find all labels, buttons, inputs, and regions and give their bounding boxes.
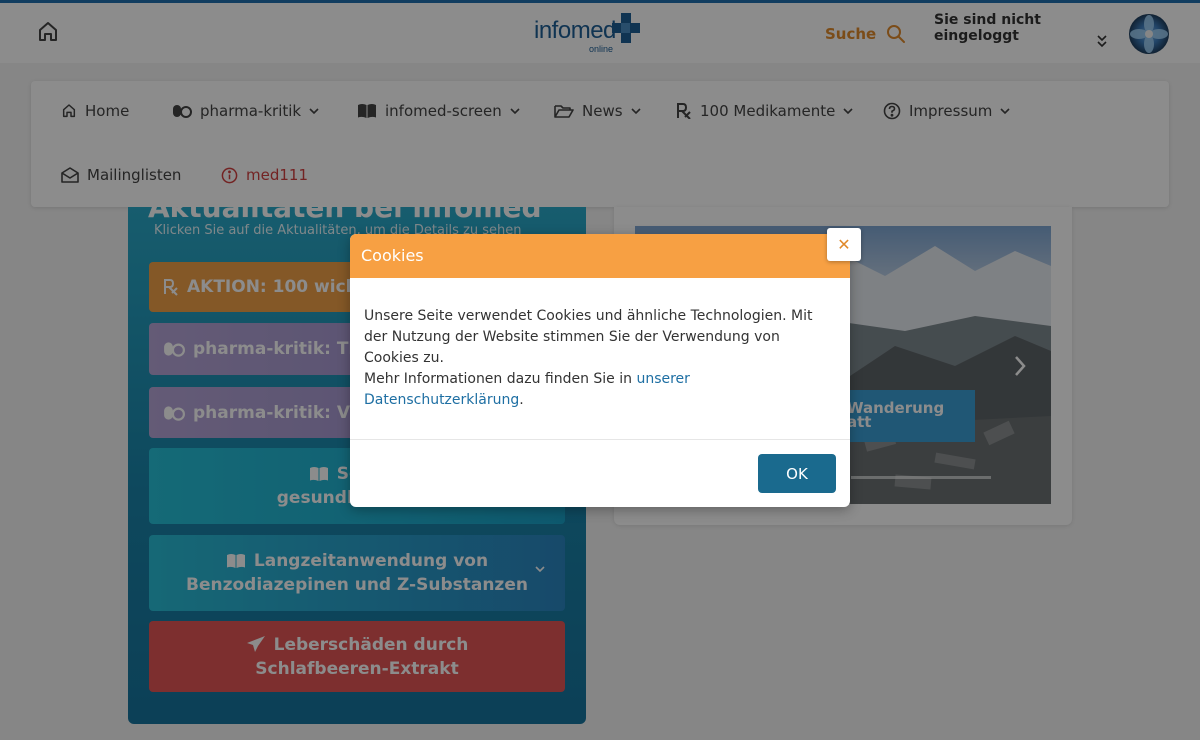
more-info-suffix: . [519,392,524,408]
cookie-dialog-body: Unsere Seite verwendet Cookies und ähnli… [364,306,834,411]
cookie-dialog-header: Cookies [350,234,850,278]
cookie-dialog-divider [350,439,850,440]
more-info-prefix: Mehr Informationen dazu finden Sie in [364,371,637,387]
cookie-dialog-title: Cookies [361,246,424,265]
close-button[interactable]: ✕ [827,228,861,261]
cookie-dialog: Cookies ✕ Unsere Seite verwendet Cookies… [350,228,861,507]
close-icon: ✕ [837,235,851,254]
ok-button[interactable]: OK [758,454,836,493]
cookie-body-text: Unsere Seite verwendet Cookies und ähnli… [364,308,813,366]
